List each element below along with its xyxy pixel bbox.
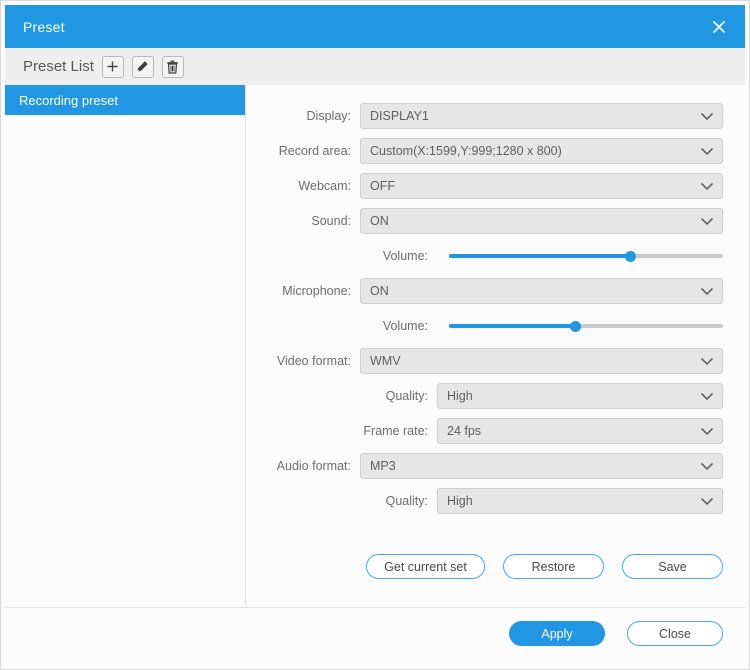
settings-panel: Display: DISPLAY1 Record area: Custom(X:… bbox=[247, 85, 745, 606]
field-sound: Sound: ON bbox=[247, 208, 723, 234]
field-video-quality: Quality: High bbox=[247, 383, 723, 409]
field-frame-rate-label: Frame rate: bbox=[363, 424, 428, 438]
video-format-value: WMV bbox=[370, 354, 401, 368]
sound-value: ON bbox=[370, 214, 389, 228]
dialog-body: Recording preset Display: DISPLAY1 Recor… bbox=[5, 85, 745, 606]
slider-track bbox=[449, 320, 723, 332]
dialog-footer: Apply Close bbox=[5, 607, 745, 665]
chevron-down-icon bbox=[700, 217, 714, 225]
field-record-area: Record area: Custom(X:1599,Y:999;1280 x … bbox=[247, 138, 723, 164]
preset-list-title: Preset List bbox=[23, 58, 94, 75]
field-sound-volume: Volume: bbox=[247, 243, 723, 269]
field-video-format-label: Video format: bbox=[276, 354, 351, 368]
field-audio-format: Audio format: MP3 bbox=[247, 453, 723, 479]
add-preset-button[interactable] bbox=[101, 55, 124, 78]
frame-rate-value: 24 fps bbox=[447, 424, 482, 438]
video-format-select[interactable]: WMV bbox=[360, 348, 723, 374]
display-value: DISPLAY1 bbox=[370, 109, 429, 123]
trash-icon bbox=[167, 60, 179, 74]
field-audio-quality: Quality: High bbox=[247, 488, 723, 514]
microphone-select[interactable]: ON bbox=[360, 278, 723, 304]
webcam-select[interactable]: OFF bbox=[360, 173, 723, 199]
sound-volume-slider[interactable] bbox=[437, 243, 723, 269]
video-quality-select[interactable]: High bbox=[437, 383, 723, 409]
chevron-down-icon bbox=[700, 182, 714, 190]
edit-preset-button[interactable] bbox=[131, 55, 154, 78]
chevron-down-icon bbox=[700, 147, 714, 155]
field-audio-quality-label: Quality: bbox=[385, 494, 428, 508]
close-glyph bbox=[712, 20, 726, 33]
save-button[interactable]: Save bbox=[622, 554, 723, 579]
field-webcam: Webcam: OFF bbox=[247, 173, 723, 199]
restore-button[interactable]: Restore bbox=[503, 554, 604, 579]
field-microphone-label: Microphone: bbox=[282, 284, 351, 298]
field-webcam-label: Webcam: bbox=[298, 179, 351, 193]
audio-quality-select[interactable]: High bbox=[437, 488, 723, 514]
frame-rate-select[interactable]: 24 fps bbox=[437, 418, 723, 444]
preset-dialog: Preset Preset List Recording preset Disp… bbox=[0, 0, 750, 670]
plus-icon bbox=[107, 61, 118, 72]
audio-format-value: MP3 bbox=[370, 459, 396, 473]
get-current-set-button[interactable]: Get current set bbox=[366, 554, 485, 579]
preset-actions: Get current set Restore Save bbox=[366, 554, 723, 579]
slider-fill bbox=[449, 254, 630, 258]
sound-select[interactable]: ON bbox=[360, 208, 723, 234]
audio-format-select[interactable]: MP3 bbox=[360, 453, 723, 479]
chevron-down-icon bbox=[700, 287, 714, 295]
chevron-down-icon bbox=[700, 427, 714, 435]
close-button[interactable]: Close bbox=[627, 621, 723, 646]
field-audio-format-label: Audio format: bbox=[276, 459, 351, 473]
field-display: Display: DISPLAY1 bbox=[247, 103, 723, 129]
field-video-format: Video format: WMV bbox=[247, 348, 723, 374]
audio-quality-value: High bbox=[447, 494, 473, 508]
field-video-quality-label: Quality: bbox=[385, 389, 428, 403]
title-bar: Preset bbox=[5, 5, 745, 48]
field-frame-rate: Frame rate: 24 fps bbox=[247, 418, 723, 444]
display-select[interactable]: DISPLAY1 bbox=[360, 103, 723, 129]
sidebar-item-label: Recording preset bbox=[19, 92, 118, 108]
webcam-value: OFF bbox=[370, 179, 395, 193]
microphone-volume-slider[interactable] bbox=[437, 313, 723, 339]
delete-preset-button[interactable] bbox=[161, 55, 184, 78]
microphone-value: ON bbox=[370, 284, 389, 298]
sidebar-item-recording-preset[interactable]: Recording preset bbox=[5, 85, 245, 115]
close-icon[interactable] bbox=[693, 5, 745, 48]
chevron-down-icon bbox=[700, 357, 714, 365]
field-microphone-volume-label: Volume: bbox=[382, 319, 428, 333]
chevron-down-icon bbox=[700, 497, 714, 505]
record-area-select[interactable]: Custom(X:1599,Y:999;1280 x 800) bbox=[360, 138, 723, 164]
preset-sidebar: Recording preset bbox=[5, 85, 246, 606]
field-record-area-label: Record area: bbox=[278, 144, 351, 158]
slider-knob[interactable] bbox=[624, 250, 636, 262]
footer-actions: Apply Close bbox=[509, 621, 723, 646]
field-sound-label: Sound: bbox=[311, 214, 351, 228]
slider-track bbox=[449, 250, 723, 262]
chevron-down-icon bbox=[700, 112, 714, 120]
record-area-value: Custom(X:1599,Y:999;1280 x 800) bbox=[370, 144, 562, 158]
slider-knob[interactable] bbox=[570, 320, 582, 332]
chevron-down-icon bbox=[700, 392, 714, 400]
window-title: Preset bbox=[23, 18, 65, 35]
field-microphone-volume: Volume: bbox=[247, 313, 723, 339]
video-quality-value: High bbox=[447, 389, 473, 403]
slider-fill bbox=[449, 324, 576, 328]
preset-list-header: Preset List bbox=[5, 48, 745, 85]
field-sound-volume-label: Volume: bbox=[382, 249, 428, 263]
chevron-down-icon bbox=[700, 462, 714, 470]
field-display-label: Display: bbox=[306, 109, 351, 123]
field-microphone: Microphone: ON bbox=[247, 278, 723, 304]
apply-button[interactable]: Apply bbox=[509, 621, 605, 646]
pencil-icon bbox=[137, 61, 149, 72]
